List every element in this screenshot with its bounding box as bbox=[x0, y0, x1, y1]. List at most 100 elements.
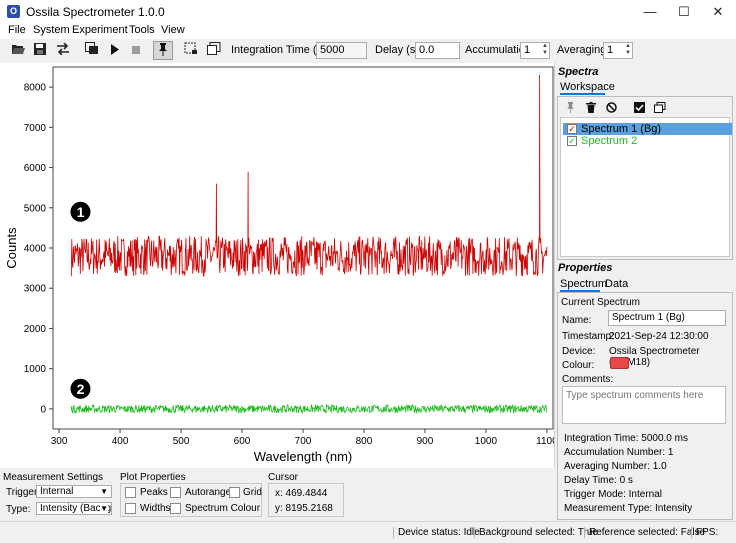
checkbox-spectrum-2[interactable]: ✓ bbox=[567, 136, 577, 146]
pin-icon[interactable] bbox=[566, 102, 575, 116]
spectrum-2-label: Spectrum 2 bbox=[581, 135, 638, 147]
x-tick-label: 400 bbox=[112, 436, 129, 447]
dropdown-arrow-icon: ▼ bbox=[100, 487, 108, 496]
autorange-label: Autorange bbox=[185, 487, 232, 498]
peaks-checkbox[interactable] bbox=[125, 487, 136, 498]
multi-acquire-icon[interactable] bbox=[82, 41, 102, 60]
stop-icon[interactable] bbox=[126, 41, 146, 60]
accumulation-spinbox[interactable]: 1 ▲ ▼ bbox=[520, 42, 550, 59]
save-icon[interactable] bbox=[30, 41, 50, 60]
device-label: Device: bbox=[562, 346, 596, 357]
check-icon: ✓ bbox=[568, 124, 576, 134]
trigger-value: Internal bbox=[40, 486, 74, 497]
x-axis-label: Wavelength (nm) bbox=[254, 449, 353, 464]
menu-file[interactable]: File bbox=[8, 24, 26, 36]
tab-workspace[interactable]: Workspace bbox=[560, 81, 615, 95]
info-integration-time: Integration Time: 5000.0 ms bbox=[564, 433, 688, 444]
spectra-list: ✓ Spectrum 1 (Bg) ✓ Spectrum 2 bbox=[560, 117, 732, 257]
y-tick-label: 2000 bbox=[24, 324, 47, 335]
delay-input[interactable]: 0.0 bbox=[415, 42, 460, 59]
averaging-value: 1 bbox=[607, 44, 614, 56]
y-axis-label: Counts bbox=[4, 227, 19, 269]
timestamp-label: Timestamp: bbox=[562, 331, 614, 342]
spectrum-2-trace bbox=[70, 403, 548, 415]
window-region-icon[interactable] bbox=[204, 41, 224, 60]
bottom-controls: Measurement Settings Trigger: Internal ▼… bbox=[0, 469, 555, 520]
properties-title: Properties bbox=[558, 262, 613, 274]
open-folder-icon[interactable] bbox=[8, 41, 28, 60]
y-tick-label: 1000 bbox=[24, 364, 47, 375]
comments-label: Comments: bbox=[562, 374, 614, 385]
workspace-panel: ✓ Spectrum 1 (Bg) ✓ Spectrum 2 bbox=[557, 96, 733, 260]
y-tick-label: 4000 bbox=[24, 244, 47, 255]
spectrum-1-label: Spectrum 1 (Bg) bbox=[581, 123, 662, 135]
check-icon: ✓ bbox=[568, 136, 576, 146]
list-item[interactable]: ✓ Spectrum 1 (Bg) bbox=[563, 123, 732, 135]
info-trigger-mode: Trigger Mode: Internal bbox=[564, 489, 663, 500]
tab-spectrum[interactable]: Spectrum bbox=[560, 278, 607, 292]
status-bar: Device status: Idle Background selected:… bbox=[0, 521, 736, 543]
marker-label: 2 bbox=[77, 381, 85, 397]
tab-data[interactable]: Data bbox=[605, 278, 628, 290]
spectra-title: Spectra bbox=[558, 66, 599, 78]
integration-time-input[interactable]: 5000 bbox=[316, 42, 367, 59]
grid-checkbox[interactable] bbox=[229, 487, 240, 498]
y-tick-label: 5000 bbox=[24, 203, 47, 214]
cursor-x: x: 469.4844 bbox=[275, 488, 328, 499]
x-tick-label: 1100 bbox=[536, 436, 554, 447]
peaks-label: Peaks bbox=[140, 487, 168, 498]
window-title: Ossila Spectrometer 1.0.0 bbox=[26, 5, 165, 19]
block-icon[interactable] bbox=[606, 102, 617, 116]
list-item[interactable]: ✓ Spectrum 2 bbox=[563, 135, 732, 147]
accumulation-value: 1 bbox=[524, 44, 531, 56]
maximize-button[interactable]: ☐ bbox=[667, 0, 701, 23]
pin-icon[interactable] bbox=[153, 41, 173, 60]
spin-arrows-icon[interactable]: ▲ ▼ bbox=[542, 43, 548, 57]
spectrum-colour-checkbox[interactable] bbox=[170, 503, 181, 514]
trash-icon[interactable] bbox=[586, 102, 596, 116]
info-averaging: Averaging Number: 1.0 bbox=[564, 461, 667, 472]
spectrum-plot[interactable]: 0 1000 2000 3000 4000 5000 6000 7000 8000 300 400… bbox=[0, 63, 558, 468]
reference-status: Reference selected: False bbox=[584, 527, 705, 538]
spectrum-colour-label: Spectrum Colour bbox=[185, 503, 261, 514]
cursor-group: x: 469.4844 y: 8195.2168 bbox=[268, 483, 344, 517]
y-tick-label: 0 bbox=[40, 404, 46, 415]
minimize-button[interactable]: — bbox=[633, 0, 667, 23]
check-all-icon[interactable] bbox=[634, 102, 645, 116]
select-region-icon[interactable] bbox=[181, 41, 201, 60]
checkbox-spectrum-1[interactable]: ✓ bbox=[567, 124, 577, 134]
switch-icon[interactable] bbox=[53, 41, 73, 60]
y-tick-label: 8000 bbox=[24, 83, 47, 94]
trigger-select[interactable]: Internal ▼ bbox=[36, 485, 112, 498]
info-measurement-type: Measurement Type: Intensity bbox=[564, 503, 693, 514]
play-icon[interactable] bbox=[105, 41, 125, 60]
menu-tools[interactable]: Tools bbox=[129, 24, 155, 36]
menu-system[interactable]: System bbox=[33, 24, 70, 36]
name-input[interactable]: Spectrum 1 (Bg) bbox=[608, 310, 726, 326]
device-status: Device status: Idle bbox=[393, 527, 480, 538]
colour-swatch-button[interactable] bbox=[610, 357, 629, 369]
background-status: Background selected: True bbox=[474, 527, 598, 538]
plot-properties-title: Plot Properties bbox=[120, 472, 186, 483]
plot-area[interactable]: 0 1000 2000 3000 4000 5000 6000 7000 8000 300 400… bbox=[0, 63, 558, 468]
comments-textarea[interactable] bbox=[562, 386, 726, 424]
autorange-checkbox[interactable] bbox=[170, 487, 181, 498]
toolbar: Integration Time (ms): 5000 Delay (s): 0… bbox=[0, 39, 736, 62]
menu-experiment[interactable]: Experiment bbox=[72, 24, 128, 36]
averaging-spinbox[interactable]: 1 ▲ ▼ bbox=[603, 42, 633, 59]
info-delay: Delay Time: 0 s bbox=[564, 475, 633, 486]
trigger-label: Trigger: bbox=[6, 487, 41, 498]
y-tick-label: 3000 bbox=[24, 284, 47, 295]
spin-arrows-icon[interactable]: ▲ ▼ bbox=[625, 43, 631, 57]
type-select[interactable]: Intensity (Backg ▼ bbox=[36, 502, 112, 515]
averaging-label: Averaging: bbox=[557, 44, 610, 56]
copy-icon[interactable] bbox=[654, 102, 666, 116]
info-accumulation: Accumulation Number: 1 bbox=[564, 447, 674, 458]
y-tick-label: 7000 bbox=[24, 123, 47, 134]
title-bar: O Ossila Spectrometer 1.0.0 — ☐ ✕ bbox=[0, 0, 736, 23]
app-icon: O bbox=[7, 5, 20, 18]
colour-label: Colour: bbox=[562, 360, 595, 371]
close-button[interactable]: ✕ bbox=[701, 0, 735, 23]
widths-checkbox[interactable] bbox=[125, 503, 136, 514]
menu-view[interactable]: View bbox=[161, 24, 185, 36]
